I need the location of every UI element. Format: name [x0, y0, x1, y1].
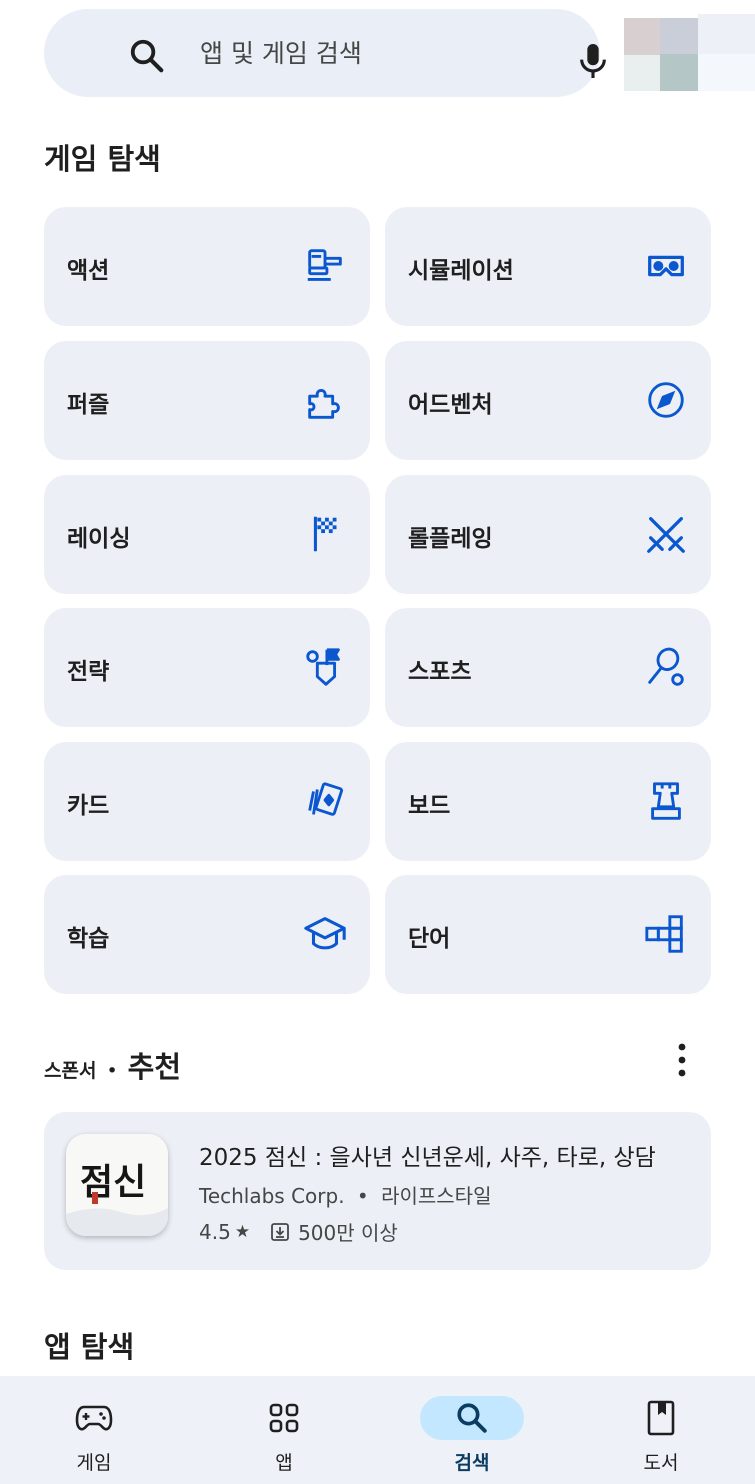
crossed-swords-icon: [643, 511, 689, 557]
category-label: 롤플레잉: [408, 526, 493, 552]
category-card[interactable]: 보드: [385, 742, 711, 861]
app-title: 2025 점신 : 을사년 신년운세, 사주, 타로, 상담: [199, 1145, 656, 1171]
category-label: 보드: [408, 793, 451, 819]
category-card[interactable]: 어드벤처: [385, 341, 711, 460]
app-rating: 4.5: [199, 1219, 231, 1244]
category-label: 시뮬레이션: [408, 258, 514, 284]
meta-separator: •: [356, 1184, 369, 1208]
category-label: 레이싱: [67, 526, 131, 552]
word-blocks-icon: [643, 911, 689, 957]
category-label: 학습: [67, 926, 110, 952]
category-label: 단어: [408, 926, 451, 952]
action-icon: [302, 243, 348, 289]
nav-label-apps: 앱: [275, 1452, 293, 1474]
sponsored-app-card[interactable]: 점신 2025 점신 : 을사년 신년운세, 사주, 타로, 상담 Techla…: [44, 1112, 711, 1270]
racket-icon: [643, 644, 689, 690]
nav-icon-container: [609, 1396, 713, 1440]
svg-text:점신: 점신: [80, 1161, 146, 1203]
star-icon: ★: [234, 1221, 251, 1242]
nav-icon-container: [232, 1396, 336, 1440]
chess-piece-icon: [643, 778, 689, 824]
category-card[interactable]: 스포츠: [385, 608, 711, 727]
nav-label-search: 검색: [454, 1452, 490, 1474]
category-label: 스포츠: [408, 659, 472, 685]
developer-name: Techlabs Corp.: [199, 1184, 345, 1208]
category-card[interactable]: 전략: [44, 608, 370, 727]
app-icon[interactable]: 점신: [66, 1134, 168, 1236]
category-label: 전략: [67, 659, 110, 685]
nav-item-games[interactable]: 게임: [14, 1376, 174, 1484]
nav-item-books[interactable]: 도서: [581, 1376, 741, 1484]
checkered-flag-icon: [302, 511, 348, 557]
app-explore-title: 앱 탐색: [44, 1330, 135, 1364]
game-explore-title: 게임 탐색: [44, 142, 161, 176]
category-label: 어드벤처: [408, 392, 493, 418]
category-card[interactable]: 퍼즐: [44, 341, 370, 460]
download-icon: [271, 1222, 289, 1241]
nav-item-apps[interactable]: 앱: [204, 1376, 364, 1484]
more-options-icon[interactable]: [670, 1040, 694, 1080]
bookmark-book-icon: [647, 1400, 675, 1436]
graduation-cap-icon: [302, 911, 348, 957]
search-bar[interactable]: [44, 9, 606, 97]
category-card[interactable]: 레이싱: [44, 475, 370, 594]
category-label: 카드: [67, 793, 110, 819]
microphone-icon[interactable]: [576, 41, 610, 81]
category-label: 액션: [67, 258, 110, 284]
sponsored-header: 스폰서 • 추천: [44, 1044, 181, 1086]
gamepad-icon: [75, 1405, 113, 1431]
vr-headset-icon: [643, 243, 689, 289]
nav-icon-container-active: [420, 1396, 524, 1440]
category-card[interactable]: 학습: [44, 875, 370, 994]
app-meta: Techlabs Corp. • 라이프스타일: [199, 1180, 491, 1209]
cards-icon: [302, 778, 348, 824]
category-card[interactable]: 시뮬레이션: [385, 207, 711, 326]
separator-dot: •: [106, 1060, 118, 1082]
category-label: 퍼즐: [67, 392, 110, 418]
nav-label-games: 게임: [76, 1452, 112, 1474]
search-input[interactable]: [200, 33, 540, 73]
app-stats: 4.5 ★ 500만 이상: [199, 1217, 398, 1246]
bottom-navigation: 게임 앱 검색 도서: [0, 1376, 755, 1484]
jeomsin-logo-icon: 점신: [66, 1134, 168, 1236]
recommended-title: 추천: [127, 1050, 182, 1084]
apps-grid-icon: [269, 1403, 299, 1433]
nav-label-books: 도서: [643, 1452, 679, 1474]
strategy-flag-icon: [302, 644, 348, 690]
puzzle-icon: [302, 377, 348, 423]
category-card[interactable]: 액션: [44, 207, 370, 326]
search-icon: [457, 1403, 487, 1433]
app-downloads: 500만 이상: [298, 1221, 398, 1245]
search-icon: [130, 39, 164, 73]
category-card[interactable]: 카드: [44, 742, 370, 861]
app-category: 라이프스타일: [381, 1184, 492, 1208]
category-card[interactable]: 롤플레잉: [385, 475, 711, 594]
nav-item-search[interactable]: 검색: [392, 1376, 552, 1484]
compass-icon: [643, 377, 689, 423]
nav-icon-container: [42, 1396, 146, 1440]
avatar[interactable]: [624, 14, 755, 91]
sponsor-label: 스폰서: [44, 1060, 97, 1082]
category-card[interactable]: 단어: [385, 875, 711, 994]
